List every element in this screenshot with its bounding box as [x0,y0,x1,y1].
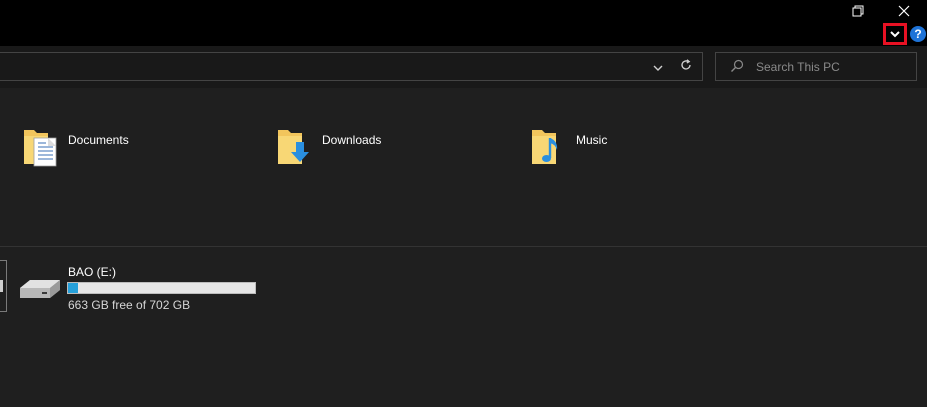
restore-icon [852,5,864,17]
expand-ribbon-button[interactable] [883,23,907,45]
folder-label: Downloads [322,133,382,147]
downloads-folder-icon [276,128,316,173]
music-folder-icon [530,128,570,173]
title-bar: ? [0,0,927,46]
hard-drive-icon [18,276,62,307]
chevron-down-icon [653,58,663,76]
folder-item-downloads[interactable]: Downloads [276,124,516,174]
search-placeholder: Search This PC [756,60,840,74]
section-divider [0,246,927,247]
refresh-button[interactable] [675,58,697,76]
chevron-down-icon [889,25,901,43]
help-button[interactable]: ? [910,26,926,42]
navigation-bar: Search This PC [0,46,927,88]
drive-usage-fill [68,283,79,293]
close-icon [898,5,910,17]
address-history-button[interactable] [647,59,669,75]
content-pane: Documents Downloads Music BAO (E:) 663 G… [0,88,927,407]
close-button[interactable] [881,0,927,22]
drive-item-bao[interactable]: BAO (E:) 663 GB free of 702 GB [18,264,268,314]
folder-item-documents[interactable]: Documents [22,124,262,174]
search-icon [730,59,744,78]
drive-free-space: 663 GB free of 702 GB [68,298,191,312]
folder-item-music[interactable]: Music [530,124,770,174]
help-icon: ? [914,27,922,41]
search-input[interactable]: Search This PC [715,52,917,81]
documents-folder-icon [22,128,58,173]
drive-name: BAO (E:) [68,265,117,279]
drive-usage-bar [67,282,256,294]
folder-label: Documents [68,133,129,147]
refresh-icon [680,58,692,76]
address-bar[interactable] [0,52,703,81]
partial-drive-item[interactable] [0,260,7,312]
drive-icon-fragment [0,280,3,292]
folder-label: Music [576,133,608,147]
restore-button[interactable] [835,0,881,22]
